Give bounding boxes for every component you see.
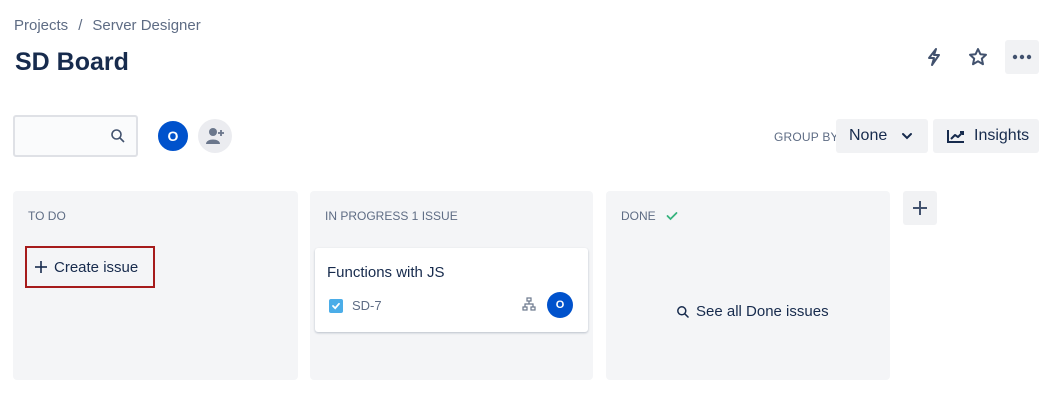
column-title: DONE xyxy=(621,209,656,223)
search-icon xyxy=(110,128,126,149)
search-icon xyxy=(677,305,690,318)
see-all-done-link[interactable]: See all Done issues xyxy=(676,303,829,320)
issue-card[interactable]: Functions with JS SD-7 O xyxy=(315,248,588,332)
automation-button[interactable] xyxy=(917,40,951,74)
star-button[interactable] xyxy=(961,40,995,74)
breadcrumb: Projects / Server Designer xyxy=(14,17,201,35)
see-all-done-label: See all Done issues xyxy=(696,303,829,320)
breadcrumb-projects[interactable]: Projects xyxy=(14,17,68,35)
column-todo: TO DO Create issue xyxy=(13,191,298,380)
page-title: SD Board xyxy=(15,48,129,76)
column-title: IN PROGRESS 1 ISSUE xyxy=(325,209,458,223)
issue-key[interactable]: SD-7 xyxy=(352,298,382,313)
column-header: DONE xyxy=(621,209,678,223)
check-icon xyxy=(666,212,678,221)
add-column-button[interactable] xyxy=(903,191,937,225)
add-people-icon xyxy=(206,128,224,144)
child-issues-icon xyxy=(522,297,536,316)
chevron-down-icon xyxy=(902,133,913,140)
more-button[interactable] xyxy=(1005,40,1039,74)
header-actions xyxy=(917,40,1039,74)
create-issue-label: Create issue xyxy=(54,258,139,276)
lightning-icon xyxy=(928,48,940,66)
plus-icon xyxy=(35,261,47,273)
issue-title: Functions with JS xyxy=(327,264,445,281)
star-icon xyxy=(969,48,987,66)
column-in-progress: IN PROGRESS 1 ISSUE Functions with JS SD… xyxy=(310,191,593,380)
more-icon xyxy=(1012,54,1032,60)
breadcrumb-server-designer[interactable]: Server Designer xyxy=(92,17,200,35)
trend-icon xyxy=(947,130,964,143)
group-by-value: None xyxy=(849,127,888,144)
group-by-label: GROUP BY xyxy=(774,130,839,144)
search-input[interactable] xyxy=(13,115,138,157)
column-done: DONE See all Done issues xyxy=(606,191,890,380)
column-title: TO DO xyxy=(28,209,66,223)
task-type-icon xyxy=(329,299,343,313)
insights-label: Insights xyxy=(974,127,1030,144)
add-people-button[interactable] xyxy=(198,119,232,153)
create-issue-button[interactable]: Create issue xyxy=(25,246,155,288)
plus-icon xyxy=(913,201,927,215)
breadcrumb-separator: / xyxy=(78,17,83,34)
user-avatar-filter[interactable]: O xyxy=(156,119,190,153)
assignee-avatar[interactable]: O xyxy=(547,292,573,318)
insights-button[interactable]: Insights xyxy=(933,119,1039,153)
group-by-select[interactable]: None xyxy=(836,119,928,153)
